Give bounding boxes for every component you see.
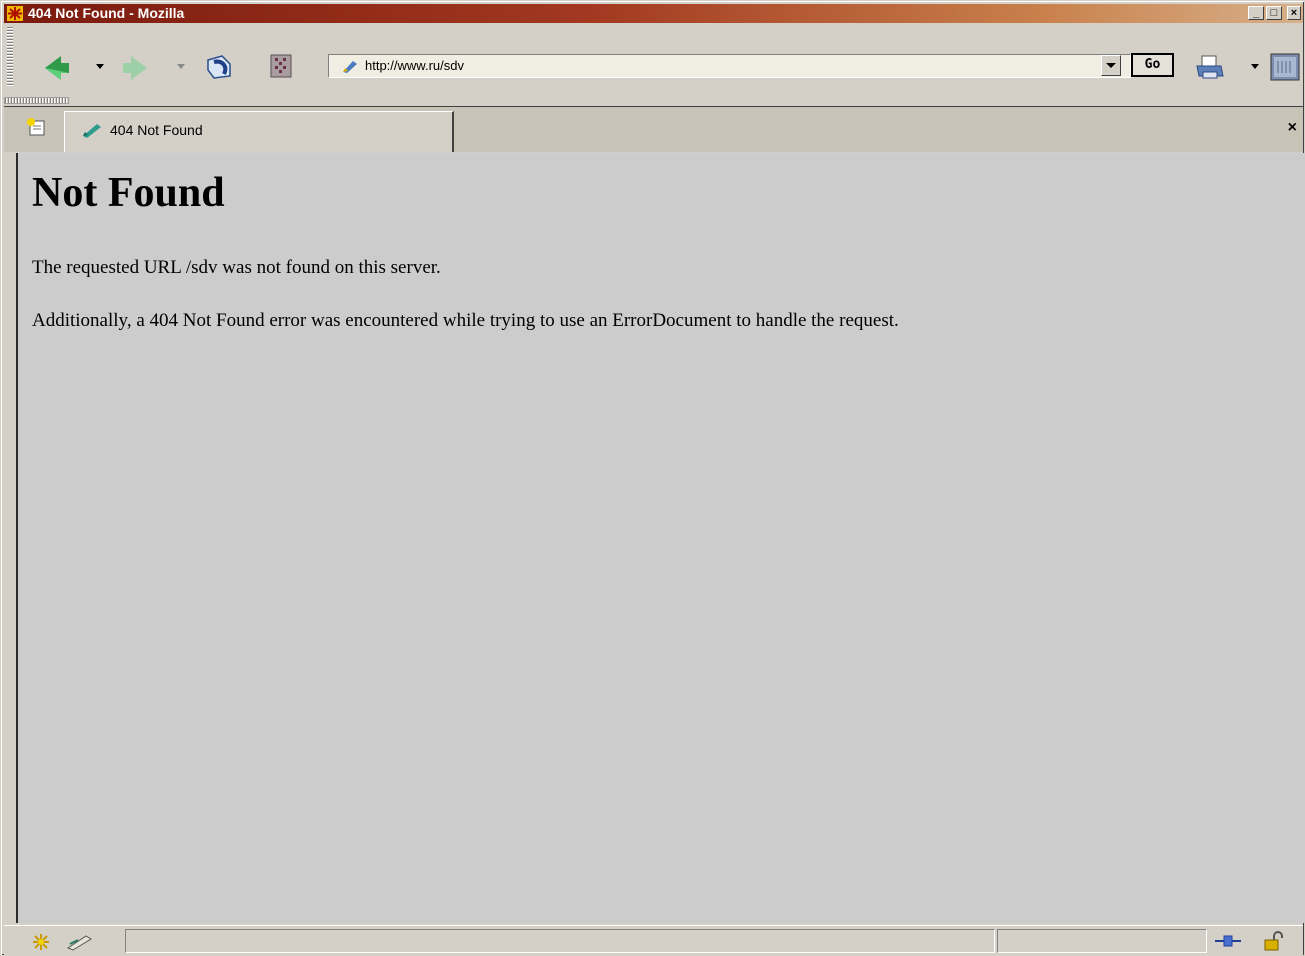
status-bar (4, 925, 1303, 956)
close-window-button[interactable]: × (1287, 6, 1301, 20)
page-heading: Not Found (32, 170, 225, 216)
browser-window: 404 Not Found - Mozilla _ □ × http://www… (0, 0, 1305, 956)
connection-icon[interactable] (1214, 934, 1242, 948)
url-bar[interactable]: http://www.ru/sdv (328, 54, 1131, 78)
additional-error-message: Additionally, a 404 Not Found error was … (32, 310, 899, 331)
new-tab-icon[interactable] (26, 117, 48, 137)
forward-history-dropdown-icon[interactable] (176, 63, 186, 71)
chevron-down-icon (1106, 63, 1116, 68)
back-history-dropdown-icon[interactable] (95, 63, 105, 71)
maximize-button[interactable]: □ (1266, 6, 1282, 20)
page-proxy-icon[interactable] (341, 58, 359, 74)
forward-arrow-icon[interactable] (118, 53, 150, 83)
toolbar-grip[interactable] (7, 27, 13, 87)
url-text[interactable]: http://www.ru/sdv (365, 58, 464, 73)
stop-icon[interactable] (267, 52, 295, 80)
mozilla-app-icon[interactable] (7, 6, 23, 21)
error-message: The requested URL /sdv was not found on … (32, 257, 441, 278)
page-content: Not Found The requested URL /sdv was not… (16, 153, 1305, 923)
title-bar[interactable]: 404 Not Found - Mozilla _ □ × (4, 4, 1303, 23)
progress-panel (997, 929, 1207, 953)
go-button[interactable]: Go (1131, 53, 1174, 77)
print-icon[interactable] (1194, 53, 1226, 81)
print-dropdown-icon[interactable] (1250, 63, 1260, 71)
reload-icon[interactable] (202, 52, 236, 82)
toolbar-collapse-grippies[interactable] (4, 91, 140, 122)
tab-404-not-found[interactable]: 404 Not Found (64, 111, 454, 152)
back-arrow-icon[interactable] (42, 53, 74, 83)
window-title: 404 Not Found - Mozilla (28, 5, 185, 21)
tab-bar: 404 Not Found × (4, 106, 1303, 152)
status-text-panel (125, 929, 995, 953)
minimize-button[interactable]: _ (1248, 6, 1264, 20)
page-loaded-icon (83, 124, 101, 138)
mail-icon[interactable] (64, 932, 94, 952)
security-lock-icon[interactable] (1262, 931, 1286, 951)
mozilla-throbber-icon[interactable] (1270, 53, 1300, 81)
close-tab-button[interactable]: × (1288, 119, 1297, 137)
navigator-icon[interactable] (28, 932, 54, 952)
navigation-toolbar: http://www.ru/sdv Go (4, 25, 1303, 89)
url-history-dropdown[interactable] (1101, 55, 1121, 76)
grippy-navigation[interactable] (4, 97, 69, 104)
tab-label: 404 Not Found (110, 122, 203, 138)
